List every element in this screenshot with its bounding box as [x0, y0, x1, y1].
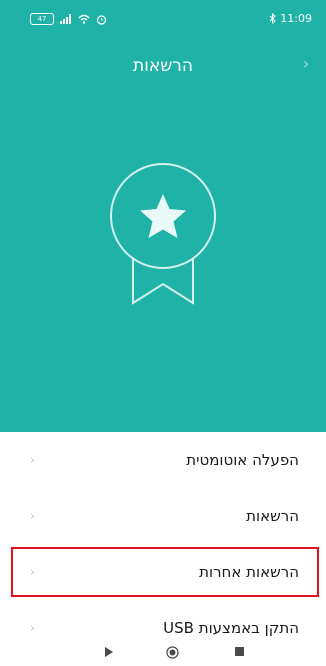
chevron-left-icon: ‹ — [30, 565, 35, 579]
wifi-icon — [78, 14, 90, 24]
battery-icon: 47 — [30, 13, 54, 25]
signal-icon — [60, 14, 71, 24]
menu-item-other-permissions[interactable]: הרשאות אחרות ‹ — [0, 544, 326, 600]
back-triangle-icon[interactable] — [104, 646, 114, 658]
alarm-icon — [96, 14, 107, 25]
chevron-left-icon: ‹ — [30, 453, 35, 467]
clock-text: 11:09 — [280, 12, 312, 25]
menu-item-autostart[interactable]: הפעלה אוטומטית ‹ — [0, 432, 326, 488]
chevron-left-icon: ‹ — [30, 509, 35, 523]
status-icons: 47 — [30, 13, 107, 25]
menu-item-label: הרשאות — [246, 507, 299, 525]
bluetooth-icon — [269, 13, 277, 24]
permissions-menu: הפעלה אוטומטית ‹ הרשאות ‹ הרשאות אחרות ‹… — [0, 432, 326, 656]
star-ribbon-badge-icon — [110, 163, 216, 305]
menu-item-permissions[interactable]: הרשאות ‹ — [0, 488, 326, 544]
recents-square-icon[interactable] — [234, 646, 245, 657]
status-bar: 47 11:09 — [0, 0, 326, 34]
navigation-bar — [0, 638, 326, 666]
permissions-header: 47 11:09 › הרשאות — [0, 0, 326, 432]
page-title: הרשאות — [133, 56, 193, 76]
menu-item-label: הפעלה אוטומטית — [186, 451, 299, 469]
status-time: 11:09 — [269, 12, 312, 25]
home-circle-icon[interactable] — [166, 646, 179, 659]
menu-item-label: הרשאות אחרות — [199, 563, 299, 581]
